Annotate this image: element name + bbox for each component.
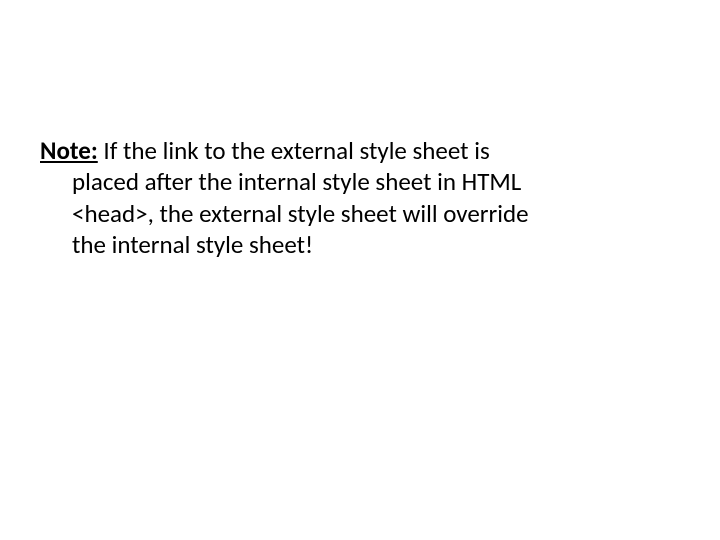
note-paragraph: Note: If the link to the external style … bbox=[40, 135, 640, 260]
note-label: Note: bbox=[40, 135, 98, 166]
note-line-2: placed after the internal style sheet in… bbox=[40, 166, 640, 197]
note-line-1: Note: If the link to the external style … bbox=[40, 135, 640, 166]
note-line-1-rest: If the link to the external style sheet … bbox=[98, 135, 490, 166]
note-line-4: the internal style sheet! bbox=[40, 229, 640, 260]
note-line-3: <head>, the external style sheet will ov… bbox=[40, 198, 640, 229]
slide: Note: If the link to the external style … bbox=[0, 0, 720, 540]
